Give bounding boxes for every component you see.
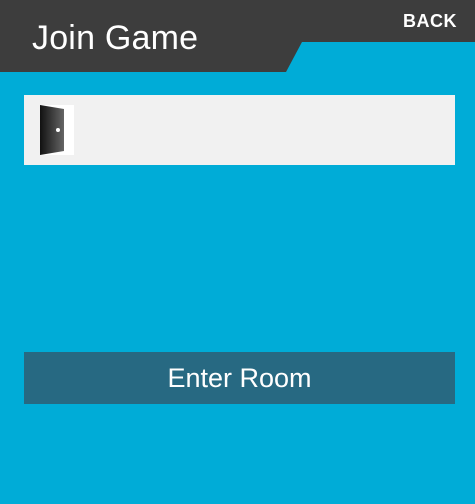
page-title: Join Game: [32, 19, 199, 57]
door-icon: [40, 105, 74, 155]
room-code-field[interactable]: [24, 95, 455, 165]
enter-room-button[interactable]: Enter Room: [24, 352, 455, 404]
join-game-screen: Join Game BACK Enter Room: [0, 0, 475, 504]
room-code-input[interactable]: [84, 95, 444, 165]
back-button[interactable]: BACK: [403, 10, 457, 32]
